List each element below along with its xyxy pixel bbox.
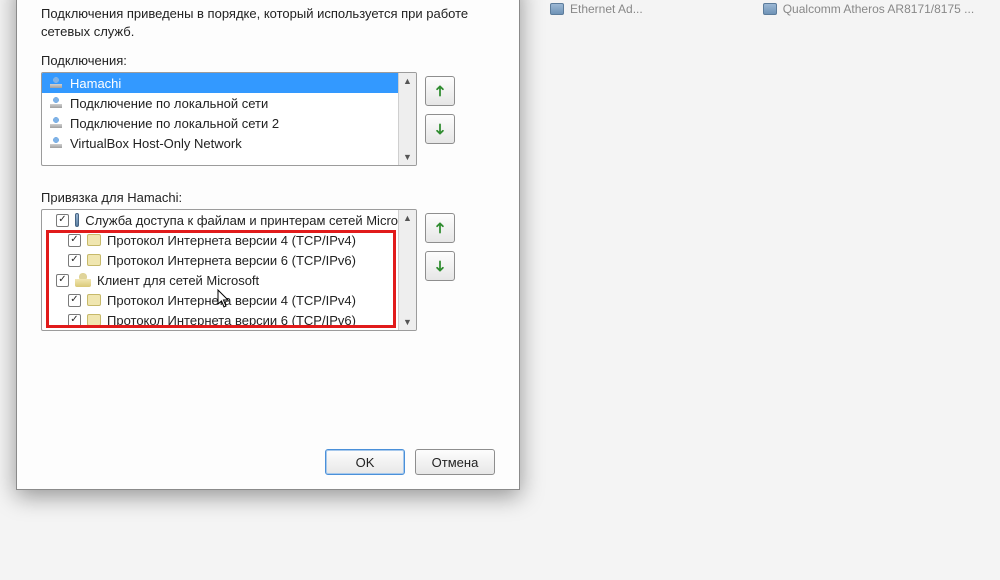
list-item[interactable]: VirtualBox Host-Only Network xyxy=(42,133,398,153)
tree-item-protocol[interactable]: ✓ Протокол Интернета версии 4 (TCP/IPv4) xyxy=(42,290,398,310)
arrow-up-icon xyxy=(433,221,447,235)
tree-item-label: Протокол Интернета версии 6 (TCP/IPv6) xyxy=(107,253,356,268)
move-down-button[interactable] xyxy=(425,251,455,281)
dialog-button-row: OK Отмена xyxy=(325,449,495,475)
scroll-down-icon[interactable]: ▼ xyxy=(400,149,416,165)
scroll-up-icon[interactable]: ▲ xyxy=(400,210,416,226)
bindings-label: Привязка для Hamachi: xyxy=(41,190,495,205)
list-item-label: Hamachi xyxy=(70,76,121,91)
tree-item-label: Протокол Интернета версии 4 (TCP/IPv4) xyxy=(107,233,356,248)
client-icon xyxy=(75,273,91,287)
bg-adapter-label: Qualcomm Atheros AR8171/8175 ... xyxy=(783,2,974,16)
service-icon xyxy=(75,213,79,227)
adapter-icon xyxy=(763,3,777,15)
list-item[interactable]: Подключение по локальной сети xyxy=(42,93,398,113)
background-items: Ethernet Ad... Qualcomm Atheros AR8171/8… xyxy=(520,0,1000,18)
list-item-label: VirtualBox Host-Only Network xyxy=(70,136,242,151)
bg-adapter-qualcomm: Qualcomm Atheros AR8171/8175 ... xyxy=(763,2,974,16)
tree-item-protocol[interactable]: ✓ Протокол Интернета версии 4 (TCP/IPv4) xyxy=(42,230,398,250)
tree-item-label: Протокол Интернета версии 4 (TCP/IPv4) xyxy=(107,293,356,308)
network-icon xyxy=(48,116,64,130)
bindings-listbox[interactable]: ✓ Служба доступа к файлам и принтерам се… xyxy=(41,209,417,331)
bindings-area: ✓ Служба доступа к файлам и принтерам се… xyxy=(41,209,495,331)
arrow-up-icon xyxy=(433,84,447,98)
scrollbar[interactable]: ▲ ▼ xyxy=(398,73,416,165)
dialog-intro-text: Подключения приведены в порядке, который… xyxy=(41,5,495,41)
connections-label: Подключения: xyxy=(41,53,495,68)
list-item-label: Подключение по локальной сети 2 xyxy=(70,116,279,131)
adapter-icon xyxy=(550,3,564,15)
protocol-icon xyxy=(87,254,101,266)
scroll-up-icon[interactable]: ▲ xyxy=(400,73,416,89)
move-up-button[interactable] xyxy=(425,213,455,243)
scroll-down-icon[interactable]: ▼ xyxy=(400,314,416,330)
connections-listbox[interactable]: Hamachi Подключение по локальной сети По… xyxy=(41,72,417,166)
scrollbar[interactable]: ▲ ▼ xyxy=(398,210,416,330)
tree-item-label: Протокол Интернета версии 6 (TCP/IPv6) xyxy=(107,313,356,328)
move-up-button[interactable] xyxy=(425,76,455,106)
move-down-button[interactable] xyxy=(425,114,455,144)
arrow-down-icon xyxy=(433,122,447,136)
bg-adapter-label: Ethernet Ad... xyxy=(570,2,643,16)
network-icon xyxy=(48,76,64,90)
checkbox[interactable]: ✓ xyxy=(68,254,81,267)
list-item[interactable]: Hamachi xyxy=(42,73,398,93)
list-item[interactable]: Подключение по локальной сети 2 xyxy=(42,113,398,133)
connections-area: Hamachi Подключение по локальной сети По… xyxy=(41,72,495,166)
tree-item-protocol[interactable]: ✓ Протокол Интернета версии 6 (TCP/IPv6) xyxy=(42,250,398,270)
checkbox[interactable]: ✓ xyxy=(68,294,81,307)
checkbox[interactable]: ✓ xyxy=(68,234,81,247)
tree-item-service[interactable]: ✓ Служба доступа к файлам и принтерам се… xyxy=(42,210,398,230)
checkbox[interactable]: ✓ xyxy=(56,214,69,227)
tree-item-protocol[interactable]: ✓ Протокол Интернета версии 6 (TCP/IPv6) xyxy=(42,310,398,330)
tree-item-label: Служба доступа к файлам и принтерам сете… xyxy=(85,213,398,228)
network-icon xyxy=(48,96,64,110)
bindings-reorder-buttons xyxy=(425,213,455,281)
ok-button[interactable]: OK xyxy=(325,449,405,475)
advanced-settings-dialog: Подключения приведены в порядке, который… xyxy=(16,0,520,490)
protocol-icon xyxy=(87,314,101,326)
bg-adapter-ethernet: Ethernet Ad... xyxy=(550,2,643,16)
arrow-down-icon xyxy=(433,259,447,273)
protocol-icon xyxy=(87,234,101,246)
tree-item-label: Клиент для сетей Microsoft xyxy=(97,273,259,288)
checkbox[interactable]: ✓ xyxy=(56,274,69,287)
cancel-button[interactable]: Отмена xyxy=(415,449,495,475)
tree-item-client[interactable]: ✓ Клиент для сетей Microsoft xyxy=(42,270,398,290)
network-icon xyxy=(48,136,64,150)
protocol-icon xyxy=(87,294,101,306)
list-item-label: Подключение по локальной сети xyxy=(70,96,268,111)
checkbox[interactable]: ✓ xyxy=(68,314,81,327)
connections-reorder-buttons xyxy=(425,76,455,144)
